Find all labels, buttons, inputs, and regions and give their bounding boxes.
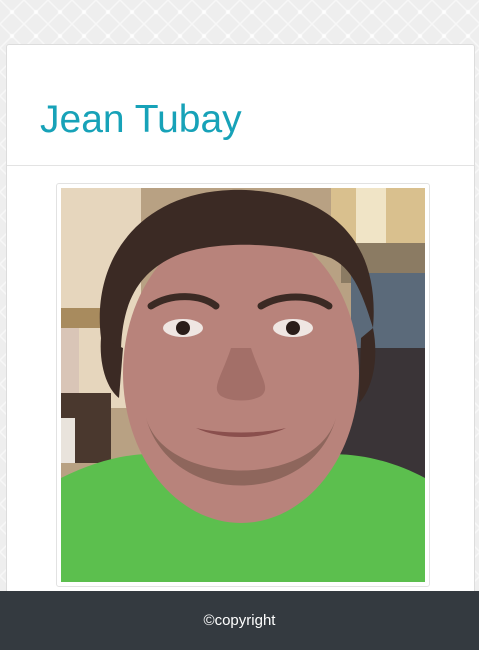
profile-photo — [56, 183, 430, 587]
footer: ©copyright — [0, 591, 479, 650]
footer-copyright: ©copyright — [203, 612, 276, 629]
card-header: Jean Tubay — [7, 45, 474, 166]
page-title: Jean Tubay — [40, 98, 242, 141]
profile-card: Jean Tubay — [6, 44, 475, 604]
profile-photo-image — [61, 188, 425, 582]
